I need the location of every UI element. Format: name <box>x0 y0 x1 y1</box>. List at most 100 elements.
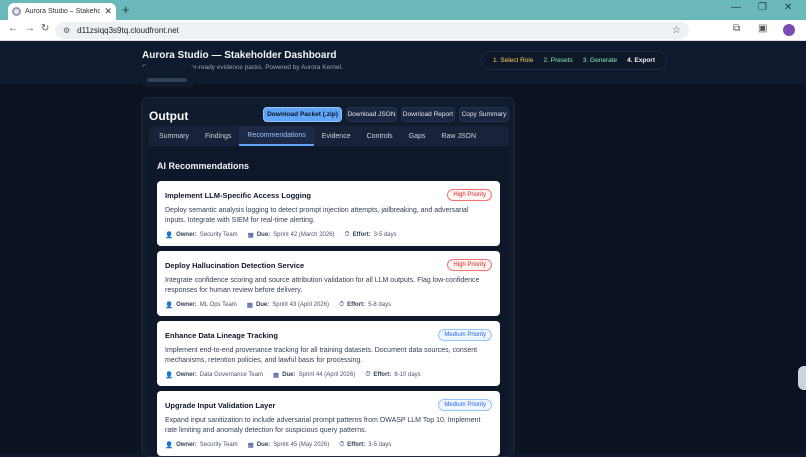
step-generate[interactable]: 3. Generate <box>583 57 617 64</box>
tab-evidence[interactable]: Evidence <box>314 126 359 146</box>
recommendation-description: Implement end-to-end provenance tracking… <box>165 347 478 364</box>
url-input[interactable]: ⚙ d11zsiqq3s9tq.cloudfront.net ☆ <box>55 22 689 39</box>
download-json-button[interactable]: Download JSON <box>346 107 397 122</box>
tab-recommendations[interactable]: Recommendations <box>239 126 314 146</box>
calendar-icon: ▦ <box>246 302 253 309</box>
output-title: Output <box>149 109 189 123</box>
effort-value: 8-10 days <box>394 372 421 378</box>
stopwatch-icon: ⏱ <box>365 371 371 378</box>
profile-avatar-icon[interactable] <box>783 24 795 36</box>
owner-label: Owner: <box>176 372 197 378</box>
due-label: Due: <box>255 302 270 308</box>
recommendation-card: Enhance Data Lineage Tracking Medium Pri… <box>157 321 500 386</box>
priority-badge: Medium Priority <box>438 399 492 411</box>
previous-panel-stub <box>141 65 195 87</box>
stepper: 1. Select Role 2. Presets 3. Generate 4.… <box>481 51 667 70</box>
minimize-icon[interactable]: — <box>731 3 741 13</box>
back-icon[interactable]: ← <box>8 24 18 34</box>
recommendation-meta: 👤 Owner: Security Team ▦ Due: Sprint 45 (May… <box>165 441 391 449</box>
priority-badge: Medium Priority <box>438 329 492 341</box>
sidebar-icon[interactable]: ▣ <box>758 24 767 34</box>
due-value: Sprint 44 (April 2026) <box>298 372 356 378</box>
output-panel: Output Download Packet (.zip) Download J… <box>141 97 515 457</box>
close-window-icon[interactable]: ✕ <box>784 3 792 13</box>
owner-label: Owner: <box>176 442 197 448</box>
effort-label: Effort: <box>347 442 366 448</box>
due-label: Due: <box>256 232 271 238</box>
owner-value: Data Governance Team <box>199 372 264 378</box>
recommendation-meta: 👤 Owner: Data Governance Team ▦ Due: Sprint … <box>165 371 421 379</box>
new-tab-icon[interactable]: + <box>122 3 130 16</box>
step-select-role[interactable]: 1. Select Role <box>493 57 533 64</box>
effort-label: Effort: <box>352 232 371 238</box>
app-root: Aurora Studio — Stakeholder Dashboard Ge… <box>0 41 806 457</box>
site-info-icon[interactable]: ⚙ <box>63 26 70 35</box>
effort-value: 5-8 days <box>368 302 392 308</box>
recommendation-title: Deploy Hallucination Detection Service <box>165 261 305 270</box>
priority-badge: High Priority <box>447 189 492 201</box>
user-icon: 👤 <box>165 302 174 309</box>
effort-value: 3-5 days <box>368 442 392 448</box>
recommendation-title: Enhance Data Lineage Tracking <box>165 331 278 340</box>
user-icon: 👤 <box>165 442 174 449</box>
owner-value: Security Team <box>199 442 238 448</box>
user-icon: 👤 <box>165 232 174 239</box>
stopwatch-icon: ⏱ <box>339 441 345 448</box>
effort-label: Effort: <box>347 302 366 308</box>
stopwatch-icon: ⏱ <box>338 301 345 308</box>
output-tabs: Summary Findings Recommendations Evidenc… <box>149 126 509 146</box>
side-panel-handle[interactable] <box>798 366 806 390</box>
browser-tab-title: Aurora Studio – Stakeholder Da <box>25 8 101 15</box>
effort-value: 3-5 days <box>373 232 397 238</box>
priority-badge: High Priority <box>447 259 492 271</box>
effort-label: Effort: <box>373 372 392 378</box>
due-label: Due: <box>282 372 296 378</box>
calendar-icon: ▦ <box>247 232 254 239</box>
recommendation-title: Upgrade Input Validation Layer <box>165 401 276 410</box>
recommendation-card: Implement LLM-Specific Access Logging Hi… <box>157 181 500 246</box>
restore-icon[interactable]: ❐ <box>758 3 767 13</box>
step-presets[interactable]: 2. Presets <box>544 57 573 64</box>
recommendation-title: Implement LLM-Specific Access Logging <box>165 191 311 200</box>
owner-label: Owner: <box>176 232 197 238</box>
copy-summary-button[interactable]: Copy Summary <box>459 107 509 122</box>
page-title: Aurora Studio — Stakeholder Dashboard <box>142 50 337 61</box>
due-value: Sprint 45 (May 2026) <box>273 442 330 448</box>
recommendations-content: AI Recommendations Implement LLM-Specifi… <box>149 146 509 456</box>
recommendation-meta: 👤 Owner: Security Team ▦ Due: Sprint 42 (Mar… <box>165 231 397 239</box>
user-icon: 👤 <box>165 372 174 379</box>
forward-icon[interactable]: → <box>25 24 35 34</box>
calendar-icon: ▦ <box>273 372 280 379</box>
recommendation-meta: 👤 Owner: ML Ops Team ▦ Due: Sprint 43 (April… <box>165 301 391 309</box>
recommendation-description: Deploy semantic analysis logging to dete… <box>165 207 469 224</box>
bookmark-star-icon[interactable]: ☆ <box>672 25 681 36</box>
browser-tab-bar: Aurora Studio – Stakeholder Da ✕ + — ❐ ✕ <box>0 0 806 20</box>
recommendation-description: Integrate confidence scoring and source … <box>165 277 480 294</box>
owner-label: Owner: <box>176 302 197 308</box>
download-report-button[interactable]: Download Report <box>401 107 455 122</box>
favicon-icon <box>12 7 21 16</box>
url-text: d11zsiqq3s9tq.cloudfront.net <box>77 26 179 35</box>
tab-raw-json[interactable]: Raw JSON <box>433 126 484 146</box>
tab-summary[interactable]: Summary <box>151 126 197 146</box>
tab-gaps[interactable]: Gaps <box>401 126 434 146</box>
previous-panel-line <box>147 78 187 82</box>
owner-value: ML Ops Team <box>199 302 237 308</box>
download-packet-button[interactable]: Download Packet (.zip) <box>263 107 342 122</box>
calendar-icon: ▦ <box>247 442 254 449</box>
owner-value: Security Team <box>199 232 238 238</box>
due-label: Due: <box>256 442 271 448</box>
recommendation-card: Deploy Hallucination Detection Service H… <box>157 251 500 316</box>
tab-controls[interactable]: Controls <box>359 126 401 146</box>
due-value: Sprint 43 (April 2026) <box>272 302 329 308</box>
app-header: Aurora Studio — Stakeholder Dashboard Ge… <box>0 41 806 84</box>
due-value: Sprint 42 (March 2026) <box>273 232 335 238</box>
browser-tab[interactable]: Aurora Studio – Stakeholder Da ✕ <box>8 3 116 20</box>
close-tab-icon[interactable]: ✕ <box>104 7 112 16</box>
step-export[interactable]: 4. Export <box>627 57 655 64</box>
extensions-icon[interactable]: ⧉ <box>733 24 740 34</box>
reload-icon[interactable]: ↻ <box>41 24 49 34</box>
section-title: AI Recommendations <box>157 161 250 171</box>
recommendation-card: Upgrade Input Validation Layer Medium Pr… <box>157 391 500 456</box>
tab-findings[interactable]: Findings <box>197 126 239 146</box>
